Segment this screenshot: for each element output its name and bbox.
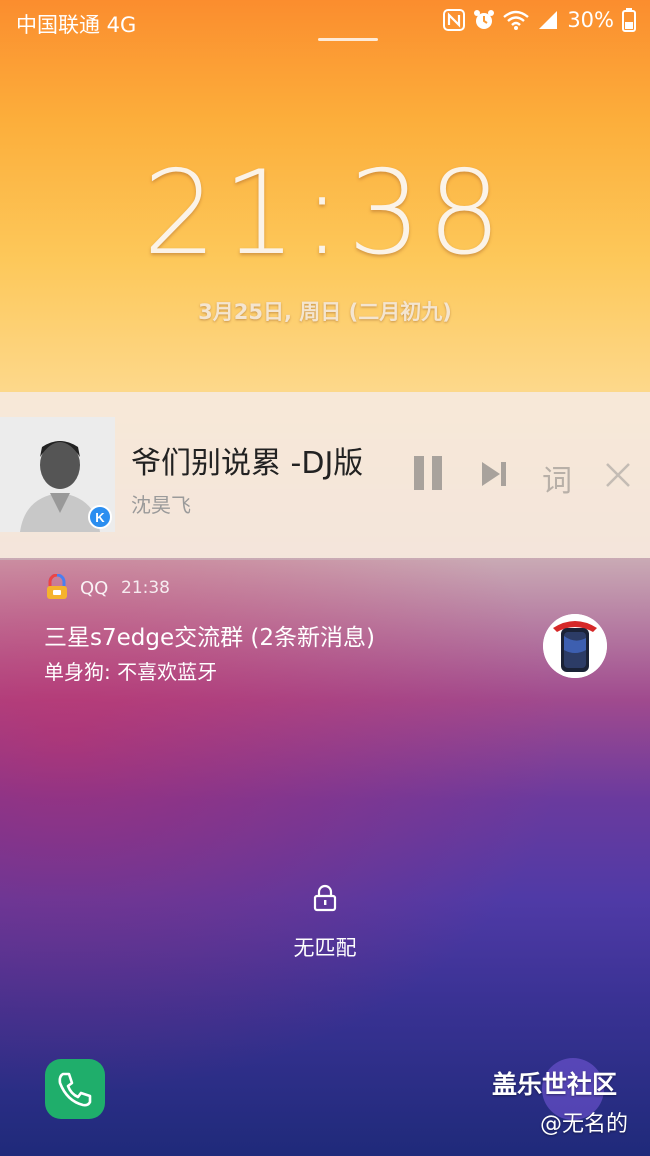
phone-shortcut-button[interactable]	[45, 1059, 105, 1119]
notification-text: 单身狗: 不喜欢蓝牙	[44, 660, 218, 684]
watermark-user: @无名的	[540, 1112, 629, 1137]
svg-text:K: K	[95, 510, 105, 525]
lockscreen-clock: 21:38	[142, 146, 508, 281]
unlock-status-label: 无匹配	[293, 936, 357, 960]
battery-icon	[622, 8, 636, 32]
wifi-icon	[503, 10, 530, 30]
carrier-label: 中国联通 4G	[16, 13, 137, 37]
song-artist: 沈昊飞	[131, 493, 191, 517]
lock-icon[interactable]	[312, 884, 338, 912]
notification-time: 21:38	[121, 578, 170, 598]
battery-percent: 30%	[567, 8, 614, 32]
next-track-icon[interactable]	[480, 462, 508, 486]
status-bar: 中国联通 4G 30%	[0, 0, 650, 44]
music-player-card[interactable]: K 爷们别说累 -DJ版 沈昊飞 词	[0, 392, 650, 558]
pause-icon[interactable]	[412, 456, 444, 490]
notification-title: 三星s7edge交流群 (2条新消息)	[44, 625, 376, 651]
notification-app-name: QQ	[80, 578, 109, 599]
watermark-logo: 盖乐世社区	[492, 1070, 618, 1099]
nfc-icon	[443, 9, 466, 31]
phone-icon	[58, 1072, 92, 1107]
lyrics-button[interactable]: 词	[542, 456, 572, 500]
status-icons: 30%	[443, 8, 636, 32]
song-title: 爷们别说累 -DJ版	[131, 446, 364, 481]
qq-lock-icon	[47, 574, 67, 599]
album-art: K	[0, 417, 115, 532]
signal-icon	[539, 11, 558, 29]
alarm-icon	[474, 10, 495, 29]
notification-pull-handle[interactable]	[318, 38, 378, 41]
close-icon[interactable]	[605, 462, 631, 488]
lockscreen-date: 3月25日, 周日 (二月初九)	[198, 300, 452, 324]
group-avatar	[543, 614, 607, 678]
